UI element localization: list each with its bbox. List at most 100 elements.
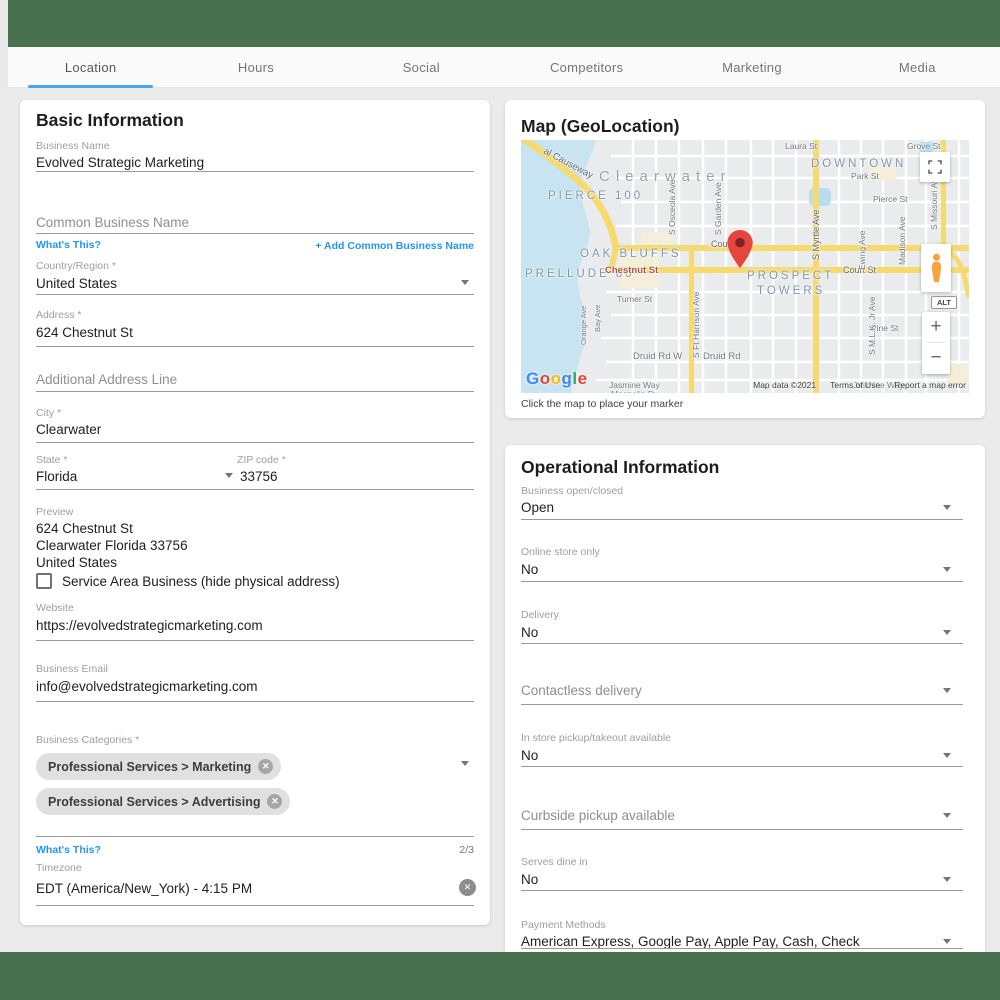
- map-street-label: Pierce St: [873, 194, 908, 204]
- map-hint-text: Click the map to place your marker: [521, 398, 683, 410]
- zoom-out-button[interactable]: −: [922, 343, 950, 373]
- tab-social[interactable]: Social: [339, 47, 504, 87]
- chevron-down-icon[interactable]: [943, 688, 951, 693]
- field-underline: [36, 905, 474, 906]
- country-select[interactable]: United States: [36, 276, 117, 291]
- map-street-label: S Missouri Ave: [929, 174, 939, 230]
- field-underline: [36, 294, 474, 295]
- website-field[interactable]: https://evolvedstrategicmarketing.com: [36, 618, 263, 633]
- curbside-pickup-select[interactable]: Curbside pickup available: [521, 808, 675, 823]
- tab-bar: Location Hours Social Competitors Market…: [8, 47, 1000, 88]
- field-underline: [521, 519, 963, 520]
- report-map-error-link[interactable]: Report a map error: [894, 380, 966, 390]
- map-street-label: Park St: [851, 171, 879, 181]
- map-street-label: Druid Rd W: [633, 351, 682, 362]
- tab-location[interactable]: Location: [8, 47, 173, 87]
- field-underline: [521, 643, 963, 644]
- field-underline: [36, 701, 474, 702]
- field-underline: [521, 766, 963, 767]
- close-icon[interactable]: ✕: [267, 794, 282, 809]
- chevron-down-icon[interactable]: [943, 753, 951, 758]
- chevron-down-icon[interactable]: [943, 505, 951, 510]
- field-underline: [521, 890, 963, 891]
- field-underline: [521, 581, 963, 582]
- map-street-label: Madison Ave: [897, 216, 907, 265]
- map-street-label: Turner St: [617, 294, 652, 304]
- pegman-button[interactable]: [921, 244, 951, 292]
- common-business-name-field[interactable]: Common Business Name: [36, 215, 189, 230]
- country-label: Country/Region *: [36, 260, 116, 272]
- category-chip: Professional Services > Advertising ✕: [36, 788, 290, 815]
- chevron-down-icon[interactable]: [943, 567, 951, 572]
- city-label: City *: [36, 407, 61, 419]
- in-store-pickup-select[interactable]: No: [521, 748, 538, 763]
- add-common-business-name-link[interactable]: + Add Common Business Name: [315, 240, 474, 252]
- contactless-delivery-select[interactable]: Contactless delivery: [521, 683, 642, 698]
- app-footer-bar: [0, 952, 1000, 1000]
- basic-information-card: Basic Information Business Name Evolved …: [20, 100, 490, 925]
- basic-information-title: Basic Information: [36, 110, 184, 131]
- category-chip-label: Professional Services > Marketing: [48, 760, 251, 774]
- map-street-label: Grove St: [907, 141, 941, 151]
- field-underline: [521, 948, 963, 949]
- address-field[interactable]: 624 Chestnut St: [36, 325, 133, 340]
- tab-media[interactable]: Media: [835, 47, 1000, 87]
- business-name-field[interactable]: Evolved Strategic Marketing: [36, 155, 204, 170]
- map-data-text: Map data ©2021: [753, 380, 816, 390]
- state-select[interactable]: Florida: [36, 469, 77, 484]
- tab-marketing[interactable]: Marketing: [669, 47, 834, 87]
- map-street-label: Orange Ave: [579, 306, 588, 345]
- service-area-checkbox[interactable]: [36, 573, 52, 589]
- categories-whats-this-link[interactable]: What's This?: [36, 844, 101, 856]
- chevron-down-icon[interactable]: [225, 473, 233, 478]
- chevron-down-icon[interactable]: [943, 813, 951, 818]
- alt-route-badge: ALT: [931, 296, 957, 309]
- chevron-down-icon[interactable]: [943, 939, 951, 944]
- chevron-down-icon[interactable]: [461, 280, 469, 285]
- serves-dine-in-select[interactable]: No: [521, 872, 538, 887]
- map-label-area: DOWNTOWN: [811, 158, 906, 170]
- business-name-label: Business Name: [36, 140, 110, 152]
- map-street-label: Bay Ave: [593, 305, 602, 332]
- map-marker-icon[interactable]: [727, 230, 753, 268]
- chevron-down-icon[interactable]: [943, 630, 951, 635]
- chevron-down-icon[interactable]: [461, 761, 469, 766]
- preview-label: Preview: [36, 506, 73, 518]
- map-street-label: S Myrtle Ave: [811, 210, 821, 260]
- field-underline: [36, 489, 474, 490]
- whats-this-link[interactable]: What's This?: [36, 239, 101, 251]
- chevron-down-icon[interactable]: [943, 877, 951, 882]
- tab-label: Social: [403, 60, 440, 75]
- map-card-title: Map (GeoLocation): [521, 116, 679, 137]
- terms-of-use-link[interactable]: Terms of Use: [830, 380, 880, 390]
- close-icon[interactable]: ✕: [258, 759, 273, 774]
- zoom-in-button[interactable]: +: [922, 312, 950, 342]
- state-label: State *: [36, 454, 68, 466]
- timezone-field[interactable]: EDT (America/New_York) - 4:15 PM: [36, 881, 252, 896]
- additional-address-field[interactable]: Additional Address Line: [36, 372, 177, 387]
- map-street-label: S M.L.K. Jr Ave: [867, 297, 877, 355]
- map-street-label: Ewing Ave: [857, 230, 867, 270]
- map-label-area: PROSPECT: [747, 270, 834, 282]
- payment-methods-label: Payment Methods: [521, 919, 606, 931]
- fullscreen-icon: [927, 159, 943, 175]
- business-email-field[interactable]: info@evolvedstrategicmarketing.com: [36, 679, 258, 694]
- payment-methods-select[interactable]: American Express, Google Pay, Apple Pay,…: [521, 934, 860, 949]
- google-map[interactable]: Clearwater DOWNTOWN PIERCE 100 OAK BLUFF…: [521, 140, 969, 393]
- tab-hours[interactable]: Hours: [173, 47, 338, 87]
- city-field[interactable]: Clearwater: [36, 422, 101, 437]
- categories-counter: 2/3: [459, 844, 474, 856]
- tab-competitors[interactable]: Competitors: [504, 47, 669, 87]
- operational-information-card: Operational Information Business open/cl…: [505, 445, 985, 965]
- business-open-closed-select[interactable]: Open: [521, 500, 554, 515]
- clear-icon[interactable]: ✕: [459, 879, 476, 896]
- pegman-icon: [928, 251, 945, 285]
- field-underline: [36, 233, 474, 234]
- fullscreen-button[interactable]: [920, 152, 950, 182]
- field-underline: [36, 640, 474, 641]
- category-chip-label: Professional Services > Advertising: [48, 795, 260, 809]
- zip-field[interactable]: 33756: [240, 469, 278, 484]
- preview-city-line: Clearwater Florida 33756: [36, 538, 188, 553]
- online-store-only-select[interactable]: No: [521, 562, 538, 577]
- delivery-select[interactable]: No: [521, 625, 538, 640]
